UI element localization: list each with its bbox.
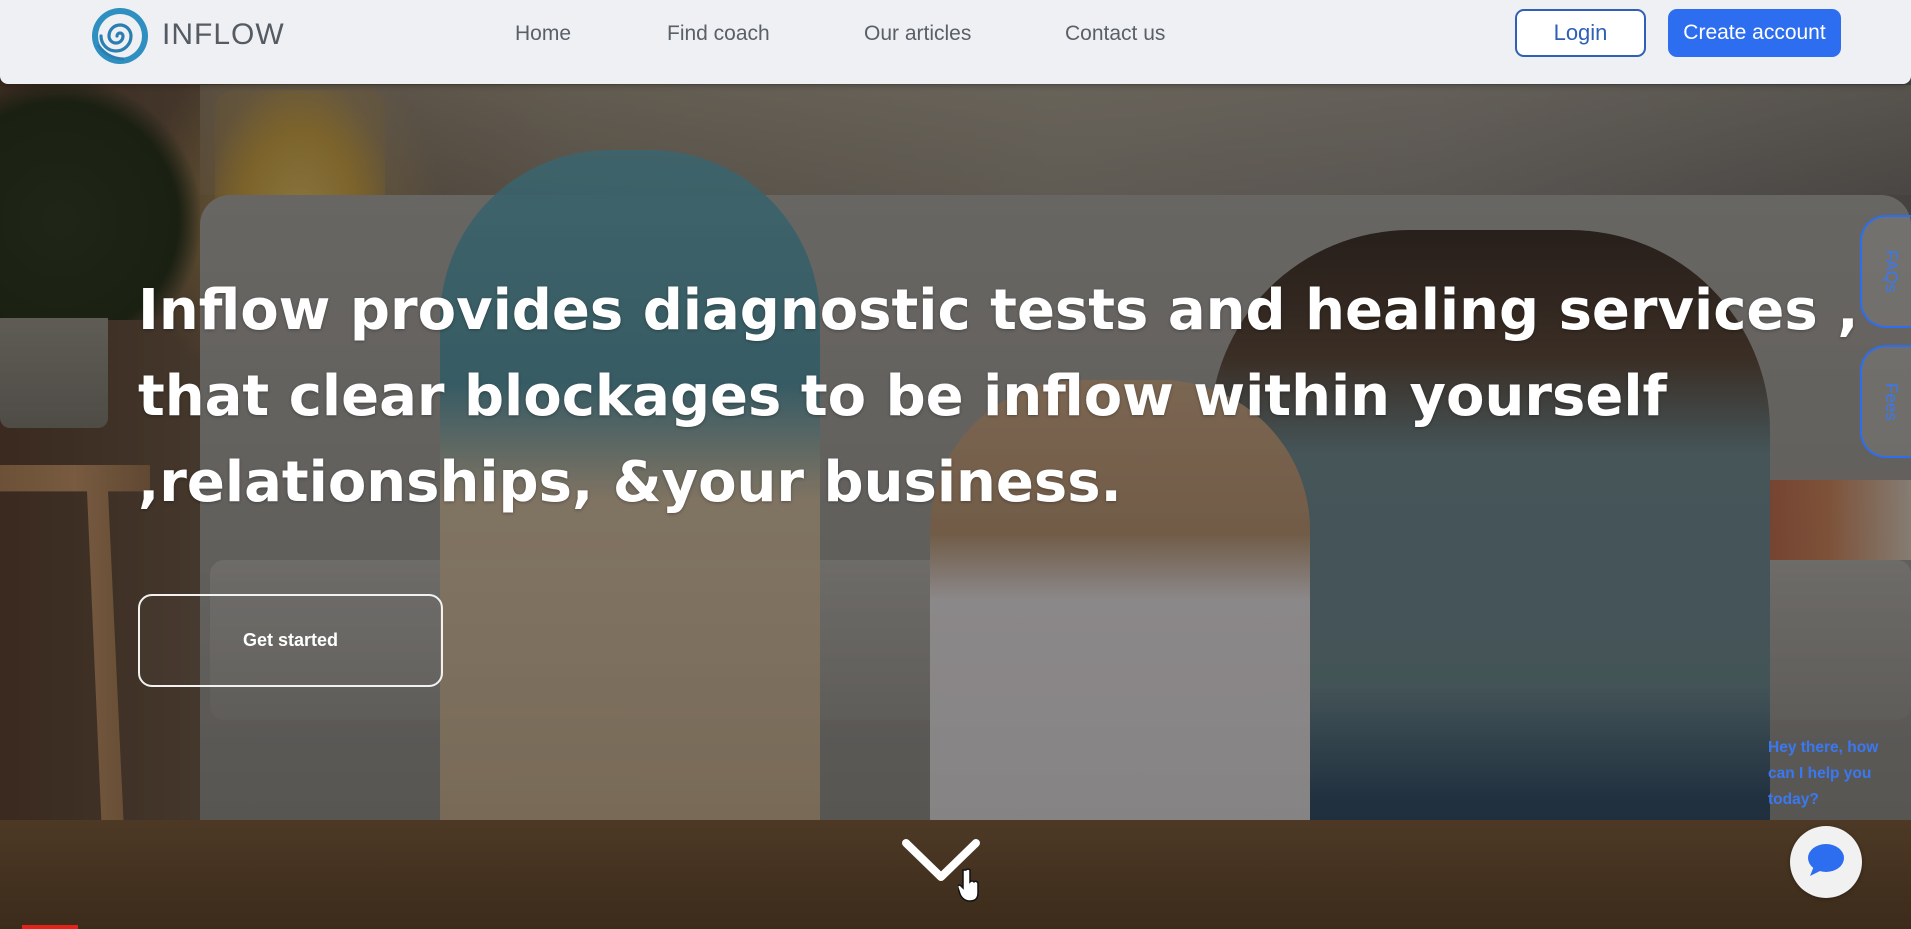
faqs-side-tab[interactable]: FAQs [1860, 215, 1911, 328]
nav-link-find-coach[interactable]: Find coach [667, 22, 770, 46]
top-navbar: INFLOW Home Find coach Our articles Cont… [0, 0, 1911, 84]
chat-greeting-message[interactable]: Hey there, how can I help you today? [1768, 735, 1908, 813]
hero-headline-bold: Inflow [138, 278, 331, 343]
create-account-button[interactable]: Create account [1668, 9, 1841, 57]
nav-link-contact-us[interactable]: Contact us [1065, 22, 1165, 46]
hero-headline: Inflow provides diagnostic tests and hea… [138, 268, 1858, 526]
fees-side-tab-label: Fees [1882, 382, 1901, 421]
fees-side-tab[interactable]: Fees [1860, 345, 1911, 458]
hero-headline-line-2: that clear blockages to be inflow within… [138, 364, 1667, 429]
nav-link-home[interactable]: Home [515, 22, 571, 46]
spiral-logo-icon[interactable] [88, 5, 152, 67]
video-progress-indicator [22, 925, 78, 929]
hand-cursor-icon [957, 868, 982, 902]
brand-name[interactable]: INFLOW [162, 18, 285, 52]
chat-launcher-button[interactable] [1790, 826, 1862, 898]
hero-headline-line-3: ,relationships, &your business. [138, 450, 1122, 515]
hero-headline-line-1: Inflow provides diagnostic tests and hea… [138, 268, 1858, 354]
faqs-side-tab-label: FAQs [1882, 250, 1901, 293]
get-started-button[interactable]: Get started [138, 594, 443, 687]
chat-bubble-icon [1806, 842, 1846, 882]
nav-link-our-articles[interactable]: Our articles [864, 22, 971, 46]
hero-headline-text-1: provides diagnostic tests and healing se… [330, 278, 1859, 343]
login-button[interactable]: Login [1515, 9, 1646, 57]
